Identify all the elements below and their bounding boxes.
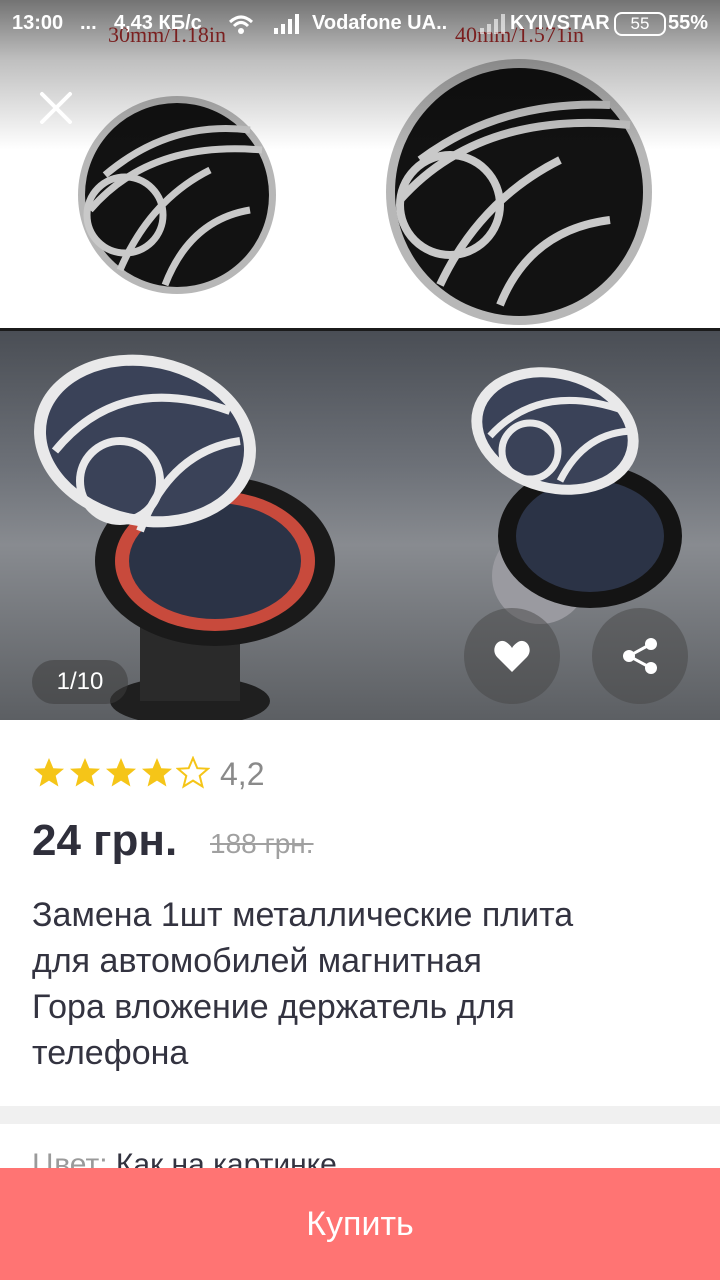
star-icon xyxy=(142,758,172,787)
star-icon xyxy=(34,758,64,787)
battery-icon: 55 xyxy=(614,12,666,36)
signal-icon-2 xyxy=(480,14,505,34)
star-icon xyxy=(70,758,100,787)
star-icon xyxy=(176,756,210,789)
heart-icon xyxy=(494,640,530,672)
status-speed: 4,43 КБ/с xyxy=(114,12,202,34)
old-price: 188 грн. xyxy=(210,828,314,859)
product-gallery[interactable]: 30mm/1.18in 40mm/1.571in 13:00 ... 4,43 … xyxy=(0,0,720,720)
buy-button[interactable]: Купить xyxy=(0,1168,720,1280)
status-carrier-2: KYIVSTAR xyxy=(510,12,610,34)
section-separator xyxy=(0,1106,720,1124)
rating-value: 4,2 xyxy=(220,756,265,792)
product-title: Замена 1шт металлические плита для автом… xyxy=(32,892,692,1076)
close-icon xyxy=(40,92,72,124)
share-icon xyxy=(623,638,657,674)
status-battery-percent: 55% xyxy=(668,12,709,34)
wifi-icon xyxy=(228,15,254,34)
signal-icon xyxy=(274,14,299,34)
product-title-line: Замена 1шт металлические плита xyxy=(32,896,574,934)
image-counter: 1/10 xyxy=(32,660,128,704)
close-button[interactable] xyxy=(30,82,82,134)
favorite-button[interactable] xyxy=(464,608,560,704)
current-price: 24 грн. xyxy=(32,816,178,865)
status-bar: 13:00 ... 4,43 КБ/с Vodafone UA.. KYIVST… xyxy=(0,0,720,50)
product-title-line: Гора вложение держатель для xyxy=(32,988,515,1026)
star-icon xyxy=(106,758,136,787)
product-title-line: телефона xyxy=(32,1034,189,1072)
product-title-line: для автомобилей магнитная xyxy=(32,942,482,980)
status-time: 13:00 xyxy=(12,12,64,34)
share-button[interactable] xyxy=(592,608,688,704)
status-carrier-1: Vodafone UA.. xyxy=(312,12,448,34)
status-dots: ... xyxy=(80,12,97,34)
